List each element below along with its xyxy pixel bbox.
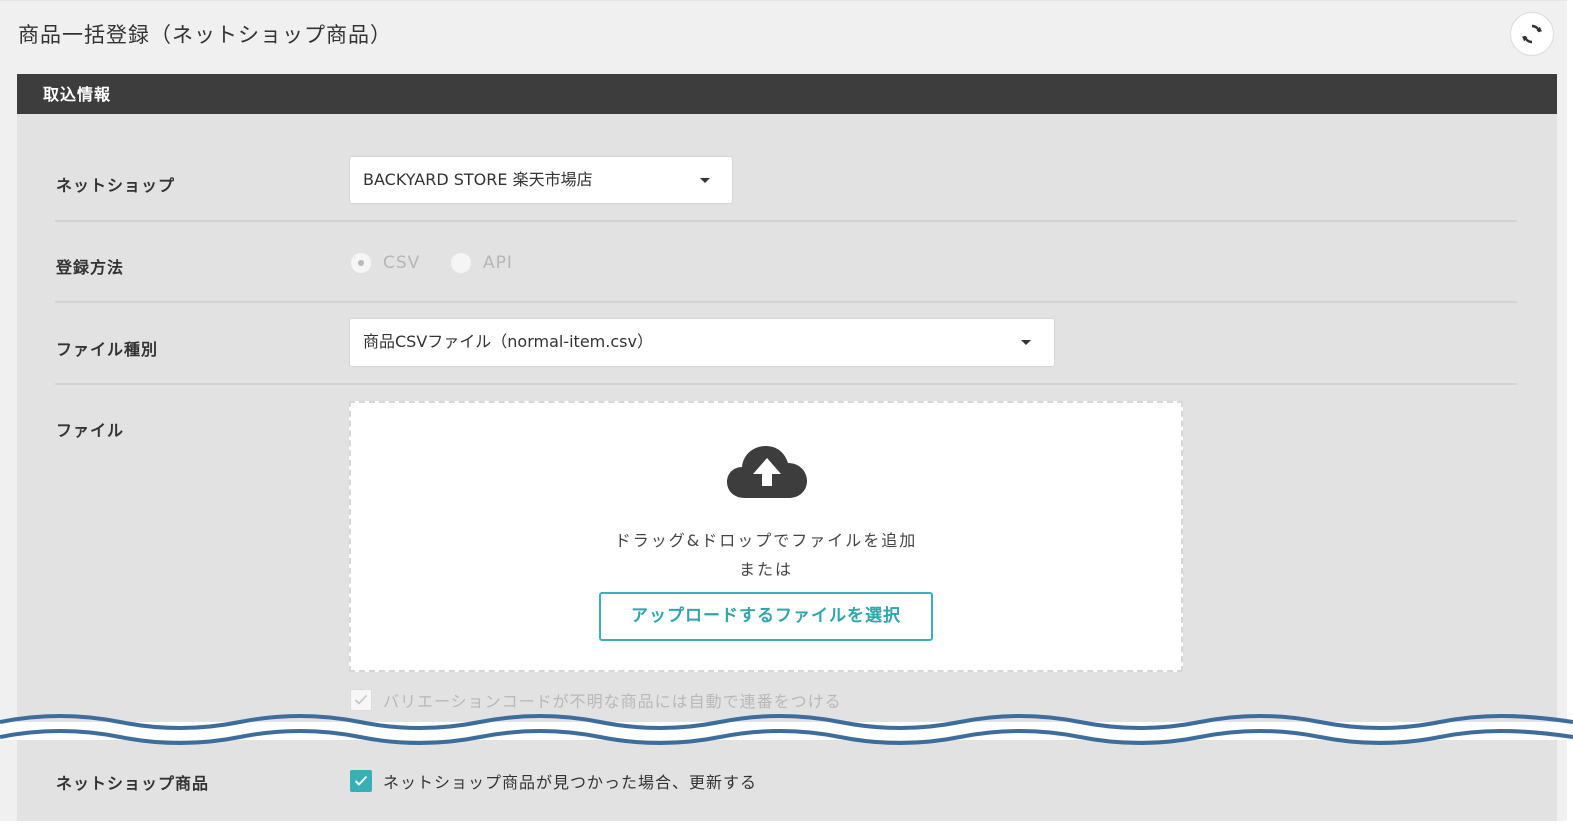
section-header: 取込情報 (17, 74, 1557, 114)
update-netshop-items-checkbox[interactable]: ネットショップ商品が見つかった場合、更新する (350, 769, 757, 793)
netshop-label: ネットショップ (56, 176, 176, 195)
netshop-select[interactable]: BACKYARD STORE 楽天市場店 (349, 156, 733, 204)
refresh-icon (1522, 24, 1542, 44)
checkbox-box (350, 689, 372, 711)
variation-autonumber-checkbox[interactable]: バリエーションコードが不明な商品には自動で連番をつける (350, 688, 842, 712)
radio-circle-selected (350, 252, 372, 274)
divider (55, 220, 1517, 222)
drop-instruction: ドラッグ&ドロップでファイルを追加 (614, 531, 918, 550)
file-type-select[interactable]: 商品CSVファイル（normal-item.csv） (349, 318, 1055, 367)
method-label: 登録方法 (56, 258, 125, 277)
divider (55, 383, 1517, 385)
or-text: または (738, 560, 793, 579)
page: 商品一括登録（ネットショップ商品） 取込情報 ネットショップ BACKYARD … (0, 0, 1567, 821)
select-file-button[interactable]: アップロードするファイルを選択 (599, 592, 933, 641)
import-info-panel: 取込情報 ネットショップ BACKYARD STORE 楽天市場店 登録方法 C… (17, 74, 1557, 821)
netshop-items-label: ネットショップ商品 (56, 774, 210, 793)
radio-csv-label: CSV (383, 253, 421, 273)
divider (55, 301, 1517, 303)
wavy-break-separator (0, 714, 1573, 745)
caret-down-icon (700, 178, 710, 183)
checkbox-box-checked (350, 770, 372, 792)
caret-down-icon (1021, 340, 1031, 345)
cloud-upload-icon (727, 446, 807, 498)
file-dropzone[interactable]: ドラッグ&ドロップでファイルを追加 または アップロードするファイルを選択 (349, 401, 1183, 672)
radio-circle (450, 252, 472, 274)
file-type-select-value: 商品CSVファイル（normal-item.csv） (363, 332, 653, 351)
file-type-label: ファイル種別 (56, 340, 159, 359)
page-title: 商品一括登録（ネットショップ商品） (18, 23, 392, 47)
radio-api-label: API (483, 253, 513, 273)
refresh-button[interactable] (1510, 12, 1554, 56)
radio-csv[interactable]: CSV (350, 252, 420, 274)
variation-checkbox-label: バリエーションコードが不明な商品には自動で連番をつける (383, 692, 842, 711)
update-checkbox-label: ネットショップ商品が見つかった場合、更新する (383, 773, 758, 792)
radio-api[interactable]: API (450, 252, 513, 274)
check-icon (354, 694, 368, 705)
file-label: ファイル (56, 421, 125, 440)
check-icon (354, 775, 368, 786)
netshop-select-value: BACKYARD STORE 楽天市場店 (363, 170, 593, 189)
